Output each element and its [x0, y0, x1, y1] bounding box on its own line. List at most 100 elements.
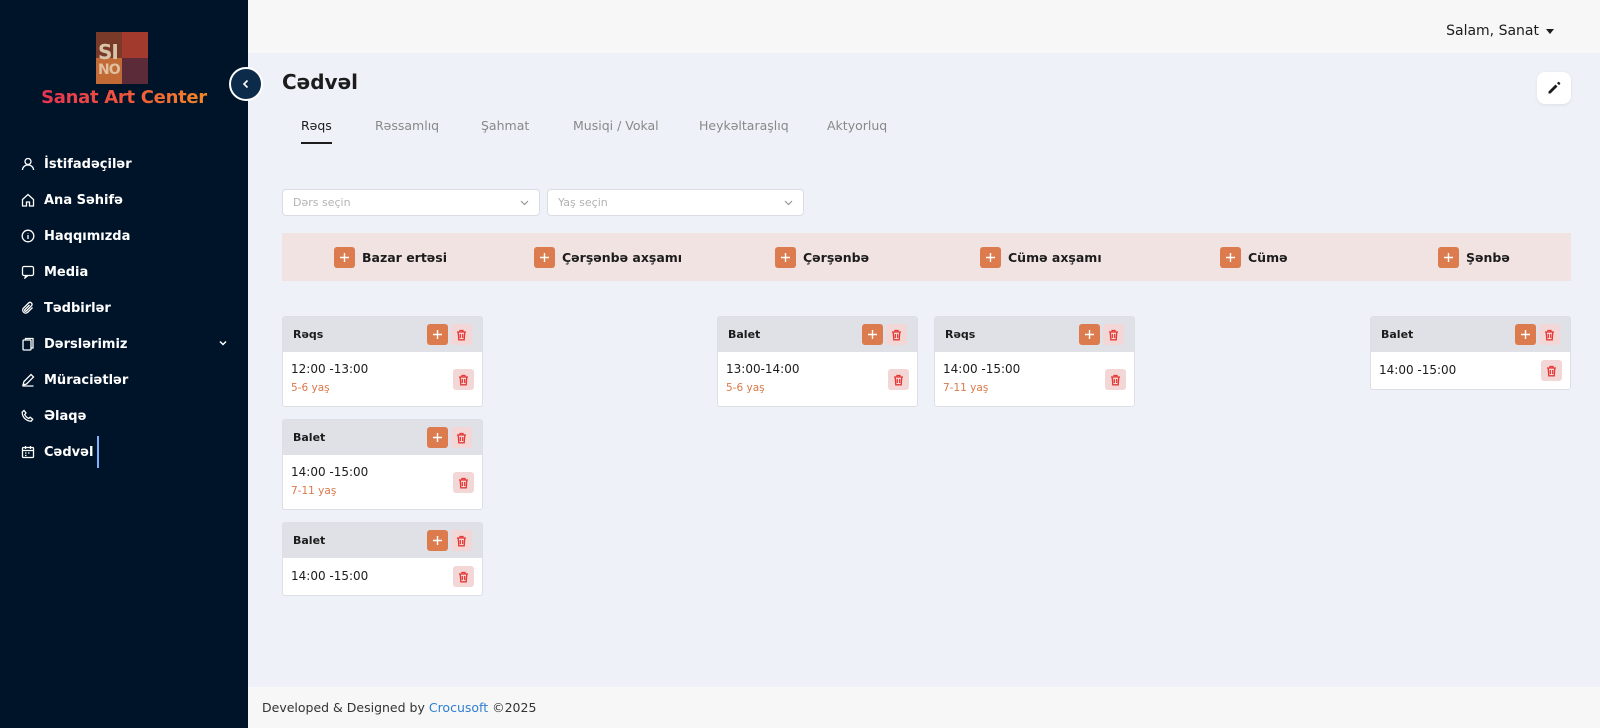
delete-lesson-button[interactable] — [451, 530, 472, 551]
slot-time: 14:00 -15:00 — [1379, 363, 1457, 377]
add-slot-button[interactable] — [1220, 246, 1241, 268]
lesson-select[interactable]: Dərs seçin — [282, 189, 540, 216]
greeting-text: Salam, Sanat — [1446, 23, 1539, 39]
tab-label: Rəssamlıq — [375, 118, 440, 133]
plus-icon — [1226, 252, 1235, 262]
lesson-card: Rəqs 12:00 -13:00 5-6 yaş — [282, 316, 483, 407]
add-time-button[interactable] — [427, 530, 448, 551]
lesson-card: Balet 14:00 -15:00 — [1370, 316, 1571, 390]
sidebar-item-label: Cədvəl — [44, 444, 94, 460]
tab-ressamliq[interactable]: Rəssamlıq — [375, 118, 439, 133]
plus-icon — [340, 252, 349, 262]
chevron-left-icon — [242, 79, 249, 89]
add-time-button[interactable] — [1515, 324, 1536, 345]
add-time-button[interactable] — [862, 324, 883, 345]
trash-icon — [892, 329, 901, 340]
sidebar-item-applications[interactable]: Müraciətlər — [0, 362, 248, 398]
day-label: Cümə — [1248, 249, 1288, 265]
sidebar-item-label: Media — [44, 264, 89, 280]
day-header: Çərşənbə — [775, 246, 870, 268]
slot-time: 14:00 -15:00 — [943, 362, 1021, 376]
pen-icon — [20, 372, 36, 388]
plus-icon — [433, 536, 442, 545]
lesson-card: Rəqs 14:00 -15:00 7-11 yaş — [934, 316, 1135, 407]
delete-lesson-button[interactable] — [1539, 324, 1560, 345]
plus-icon — [1444, 252, 1453, 262]
delete-slot-button[interactable] — [453, 369, 474, 390]
chevron-down-icon[interactable] — [218, 337, 228, 352]
user-menu[interactable]: Salam, Sanat — [1446, 23, 1554, 39]
age-select-placeholder: Yaş seçin — [558, 196, 608, 209]
sidebar-item-schedule[interactable]: Cədvəl — [0, 434, 248, 470]
page-title: Cədvəl — [282, 70, 359, 94]
age-select[interactable]: Yaş seçin — [547, 189, 804, 216]
copy-icon — [20, 336, 36, 352]
add-slot-button[interactable] — [334, 246, 355, 268]
delete-lesson-button[interactable] — [1103, 324, 1124, 345]
slot-age: 7-11 yaş — [291, 485, 337, 497]
tab-heykeltarasliq[interactable]: Heykəltaraşlıq — [699, 118, 789, 133]
trash-icon — [459, 477, 468, 488]
tab-reqs[interactable]: Rəqs — [301, 118, 332, 144]
edit-button[interactable] — [1537, 72, 1571, 104]
sidebar-item-contact[interactable]: Əlaqə — [0, 398, 248, 434]
logo[interactable]: SI NO — [96, 32, 148, 84]
delete-lesson-button[interactable] — [451, 324, 472, 345]
sidebar-item-home[interactable]: Ana Səhifə — [0, 182, 248, 218]
sidebar-item-label: Haqqımızda — [44, 228, 131, 244]
tab-label: Heykəltaraşlıq — [699, 118, 789, 133]
sidebar: SI NO Sanat Art Center İstifadəçilər Ana… — [0, 0, 248, 728]
delete-lesson-button[interactable] — [451, 427, 472, 448]
add-slot-button[interactable] — [980, 246, 1001, 268]
sidebar-item-lessons[interactable]: Dərslərimiz — [0, 326, 248, 362]
tab-sahmat[interactable]: Şahmat — [481, 118, 529, 133]
lesson-name: Rəqs — [945, 328, 976, 341]
chevron-down-icon — [783, 197, 794, 211]
delete-slot-button[interactable] — [888, 369, 909, 390]
footer-company-link[interactable]: Crocusoft — [429, 700, 488, 715]
sidebar-item-label: Müraciətlər — [44, 372, 129, 388]
delete-slot-button[interactable] — [1541, 360, 1562, 381]
sidebar-item-events[interactable]: Tədbirlər — [0, 290, 248, 326]
tab-aktyorluq[interactable]: Aktyorluq — [827, 118, 887, 133]
topbar: Salam, Sanat — [248, 0, 1600, 53]
day-header: Çərşənbə axşamı — [534, 246, 682, 268]
plus-icon — [433, 433, 442, 442]
add-time-button[interactable] — [427, 324, 448, 345]
lesson-name: Rəqs — [293, 328, 324, 341]
delete-lesson-button[interactable] — [886, 324, 907, 345]
footer-suffix: ©2025 — [488, 700, 537, 715]
day-label: Çərşənbə — [803, 249, 870, 265]
footer: Developed & Designed by Crocusoft ©2025 — [248, 687, 1600, 728]
delete-slot-button[interactable] — [453, 472, 474, 493]
day-header: Şənbə — [1438, 246, 1510, 268]
sidebar-item-label: Ana Səhifə — [44, 192, 123, 208]
calendar-icon — [20, 444, 36, 460]
lesson-card-header: Balet — [718, 317, 917, 352]
logo-text-bottom: NO — [98, 62, 121, 78]
sidebar-item-users[interactable]: İstifadəçilər — [0, 146, 248, 182]
slot-time: 13:00-14:00 — [726, 362, 800, 376]
sidebar-collapse-button[interactable] — [229, 67, 263, 101]
add-slot-button[interactable] — [534, 246, 555, 268]
day-label: Cümə axşamı — [1008, 249, 1102, 265]
trash-icon — [1111, 374, 1120, 385]
plus-icon — [1085, 330, 1094, 339]
sidebar-item-about[interactable]: Haqqımızda — [0, 218, 248, 254]
sidebar-item-label: İstifadəçilər — [44, 156, 132, 172]
add-time-button[interactable] — [1079, 324, 1100, 345]
delete-slot-button[interactable] — [453, 566, 474, 587]
add-time-button[interactable] — [427, 427, 448, 448]
sidebar-item-media[interactable]: Media — [0, 254, 248, 290]
delete-slot-button[interactable] — [1105, 369, 1126, 390]
tab-musiqi-vokal[interactable]: Musiqi / Vokal — [573, 118, 659, 133]
active-tab-underline — [301, 142, 332, 144]
add-slot-button[interactable] — [775, 246, 796, 268]
weekday-bar: Bazar ertəsi Çərşənbə axşamı Çərşənbə Cü… — [282, 233, 1571, 281]
add-slot-button[interactable] — [1438, 246, 1459, 268]
lesson-card: Balet 14:00 -15:00 — [282, 522, 483, 596]
phone-icon — [20, 408, 36, 424]
lesson-card-header: Balet — [283, 523, 482, 558]
lesson-card-header: Balet — [283, 420, 482, 455]
day-header: Cümə axşamı — [980, 246, 1102, 268]
